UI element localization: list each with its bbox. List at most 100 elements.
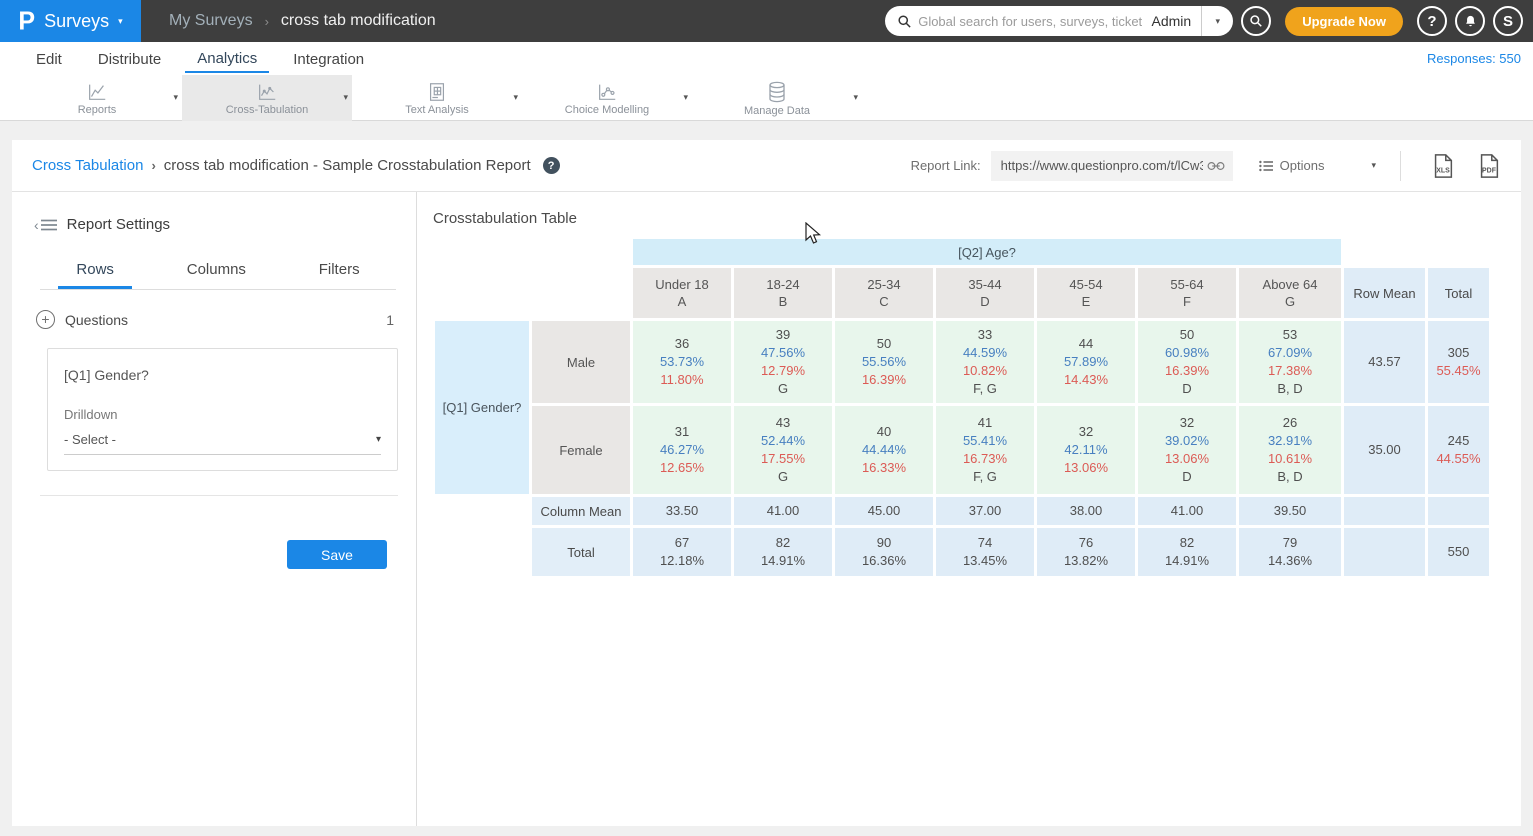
settings-tabs: Rows Columns Filters bbox=[40, 255, 396, 290]
row-label: Female bbox=[532, 406, 630, 494]
data-cell: 4457.89%14.43% bbox=[1037, 321, 1135, 403]
collapse-panel-icon[interactable]: ‹ bbox=[34, 217, 57, 233]
column-total-cell: 7613.82% bbox=[1037, 528, 1135, 576]
menu-icon bbox=[41, 219, 57, 231]
options-menu[interactable]: Options ▾ bbox=[1259, 158, 1376, 173]
report-link-label: Report Link: bbox=[911, 158, 981, 173]
tab-text-analysis[interactable]: Text Analysis ▾ bbox=[352, 75, 522, 121]
reports-menu-caret[interactable]: ▾ bbox=[173, 92, 178, 103]
row-mean-header: Row Mean bbox=[1344, 268, 1425, 318]
text-analysis-menu-caret[interactable]: ▾ bbox=[513, 92, 518, 103]
tab-label: Text Analysis bbox=[405, 104, 469, 116]
nav-edit[interactable]: Edit bbox=[24, 46, 74, 72]
age-column-header: 18-24B bbox=[734, 268, 832, 318]
age-column-header: 55-64F bbox=[1138, 268, 1236, 318]
tab-choice-modelling[interactable]: Choice Modelling ▾ bbox=[522, 75, 692, 121]
tab-columns[interactable]: Columns bbox=[169, 255, 264, 289]
cross-tabulation-menu-caret[interactable]: ▾ bbox=[343, 92, 348, 103]
topbar-actions: Admin ▾ Upgrade Now ? S bbox=[885, 6, 1533, 36]
data-cell: 4155.41%16.73%F, G bbox=[936, 406, 1034, 494]
total-row-label: Total bbox=[532, 528, 630, 576]
tab-manage-data[interactable]: Manage Data ▾ bbox=[692, 75, 862, 121]
column-mean-cell: 39.50 bbox=[1239, 497, 1341, 525]
tab-reports[interactable]: Reports ▾ bbox=[12, 75, 182, 121]
svg-text:PDF: PDF bbox=[1482, 167, 1496, 174]
column-total-cell: 8214.91% bbox=[1138, 528, 1236, 576]
data-cell: 4352.44%17.55%G bbox=[734, 406, 832, 494]
nav-analytics[interactable]: Analytics bbox=[185, 45, 269, 73]
manage-data-menu-caret[interactable]: ▾ bbox=[853, 92, 858, 103]
cross-tabulation-link[interactable]: Cross Tabulation bbox=[32, 157, 143, 174]
report-content: Cross Tabulation › cross tab modificatio… bbox=[12, 140, 1521, 826]
age-column-header: 35-44D bbox=[936, 268, 1034, 318]
options-caret[interactable]: ▾ bbox=[1371, 160, 1376, 171]
drilldown-select[interactable]: - Select - ▾ bbox=[64, 432, 381, 455]
export-xls-icon[interactable]: XLS bbox=[1431, 153, 1455, 179]
report-header: Cross Tabulation › cross tab modificatio… bbox=[12, 140, 1521, 192]
column-total-cell: 7413.45% bbox=[936, 528, 1034, 576]
tab-label: Reports bbox=[78, 104, 117, 116]
data-cell: 2632.91%10.61%B, D bbox=[1239, 406, 1341, 494]
column-total-cell: 8214.91% bbox=[734, 528, 832, 576]
questions-count: 1 bbox=[386, 312, 394, 328]
column-mean-cell: 41.00 bbox=[734, 497, 832, 525]
data-cell: 3239.02%13.06%D bbox=[1138, 406, 1236, 494]
empty-cell bbox=[1428, 497, 1489, 525]
age-column-header: Under 18A bbox=[633, 268, 731, 318]
question-title: [Q1] Gender? bbox=[64, 367, 381, 383]
corner-cell bbox=[435, 239, 630, 265]
responses-count: Responses: 550 bbox=[1427, 51, 1521, 66]
grand-total-cell: 550 bbox=[1428, 528, 1489, 576]
row-label: Male bbox=[532, 321, 630, 403]
report-link-input[interactable] bbox=[991, 158, 1207, 173]
crosstab-table-wrap: [Q2] Age?Under 18A18-24B25-34C35-44D45-5… bbox=[432, 236, 1492, 579]
row-mean-cell: 43.57 bbox=[1344, 321, 1425, 403]
row-mean-cell: 35.00 bbox=[1344, 406, 1425, 494]
search-icon bbox=[897, 14, 912, 29]
choice-modelling-menu-caret[interactable]: ▾ bbox=[683, 92, 688, 103]
report-help-icon[interactable]: ? bbox=[543, 157, 560, 174]
breadcrumb-current-survey: cross tab modification bbox=[281, 12, 436, 30]
save-button[interactable]: Save bbox=[287, 540, 387, 569]
tab-cross-tabulation[interactable]: Cross-Tabulation ▾ bbox=[182, 75, 352, 121]
data-cell: 5060.98%16.39%D bbox=[1138, 321, 1236, 403]
nav-integration[interactable]: Integration bbox=[281, 46, 376, 72]
corner-cell bbox=[1428, 239, 1489, 265]
row-total-cell: 30555.45% bbox=[1428, 321, 1489, 403]
search-input[interactable] bbox=[918, 14, 1141, 29]
column-mean-cell: 45.00 bbox=[835, 497, 933, 525]
search-icon bbox=[1249, 14, 1263, 28]
link-icon[interactable] bbox=[1207, 160, 1225, 172]
export-pdf-icon[interactable]: PDF bbox=[1477, 153, 1501, 179]
tab-label: Manage Data bbox=[744, 105, 810, 117]
user-avatar[interactable]: S bbox=[1493, 6, 1523, 36]
report-link-field bbox=[991, 151, 1233, 181]
notifications-button[interactable] bbox=[1455, 6, 1485, 36]
options-label: Options bbox=[1280, 158, 1325, 173]
search-submit-button[interactable] bbox=[1241, 6, 1271, 36]
analytics-toolbar: Reports ▾ Cross-Tabulation ▾ Text Analys… bbox=[0, 75, 1533, 121]
nav-distribute[interactable]: Distribute bbox=[86, 46, 173, 72]
top-navbar: P Surveys ▾ My Surveys › cross tab modif… bbox=[0, 0, 1533, 42]
divider bbox=[40, 495, 398, 496]
survey-nav: Edit Distribute Analytics Integration Re… bbox=[0, 42, 1533, 75]
surveys-product-menu[interactable]: P Surveys ▾ bbox=[0, 0, 141, 42]
drilldown-value: - Select - bbox=[64, 432, 116, 447]
question-card: [Q1] Gender? Drilldown - Select - ▾ bbox=[47, 348, 398, 471]
product-name: Surveys bbox=[44, 11, 109, 32]
tab-filters[interactable]: Filters bbox=[301, 255, 378, 289]
upgrade-now-button[interactable]: Upgrade Now bbox=[1285, 7, 1403, 36]
svg-text:XLS: XLS bbox=[1436, 167, 1450, 174]
tab-rows[interactable]: Rows bbox=[58, 255, 132, 289]
add-question-button[interactable]: + bbox=[36, 310, 55, 329]
column-total-cell: 9016.36% bbox=[835, 528, 933, 576]
column-mean-label: Column Mean bbox=[532, 497, 630, 525]
bell-icon bbox=[1463, 14, 1478, 29]
search-scope-admin[interactable]: Admin bbox=[1142, 13, 1202, 29]
divider bbox=[1400, 151, 1401, 181]
search-scope-caret[interactable]: ▾ bbox=[1201, 6, 1233, 36]
breadcrumb-my-surveys[interactable]: My Surveys bbox=[169, 12, 253, 30]
data-cell: 3146.27%12.65% bbox=[633, 406, 731, 494]
choice-modelling-icon bbox=[595, 81, 619, 103]
help-button[interactable]: ? bbox=[1417, 6, 1447, 36]
